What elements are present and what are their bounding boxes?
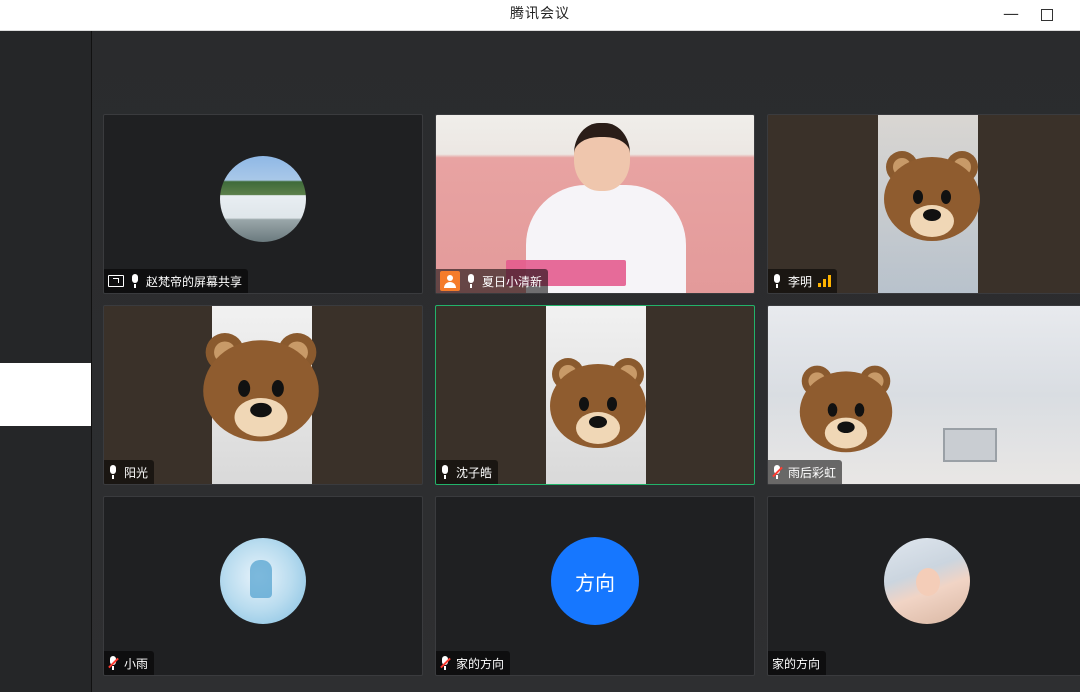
mic-muted-icon <box>440 656 451 670</box>
baby-face-icon <box>916 568 940 596</box>
participant-name: 阳光 <box>124 465 149 480</box>
mic-icon <box>466 274 476 288</box>
waterfall-avatar <box>220 156 306 242</box>
minimize-button[interactable]: — <box>1000 4 1022 26</box>
mic-icon <box>108 465 118 479</box>
title-bar: 腾讯会议 — <box>0 0 1080 31</box>
participant-namebar: 夏日小清新 <box>436 269 549 293</box>
participant-tile-screen-share[interactable]: 赵梵帝的屏幕共享 <box>103 114 423 294</box>
participant-name: 沈子皓 <box>456 465 493 480</box>
participant-namebar: 家的方向 <box>768 651 827 675</box>
mic-icon <box>772 274 782 288</box>
deer-icon <box>250 560 272 598</box>
participant-namebar: 沈子皓 <box>436 460 499 484</box>
mic-muted-icon <box>772 465 783 479</box>
participant-tile-video[interactable]: 夏日小清新 <box>435 114 755 294</box>
participant-namebar: 阳光 <box>104 460 155 484</box>
participant-namebar: 小雨 <box>104 651 155 675</box>
participant-tile-video[interactable]: 李明 <box>767 114 1080 294</box>
participant-namebar: 家的方向 <box>436 651 511 675</box>
screen-share-icon <box>108 275 124 287</box>
participant-name: 小雨 <box>124 656 149 671</box>
signal-icon <box>818 275 832 287</box>
participant-name: 夏日小清新 <box>482 274 543 289</box>
participant-tile-video[interactable]: 雨后彩虹 <box>767 305 1080 485</box>
mic-muted-icon <box>108 656 119 670</box>
participant-name: 家的方向 <box>456 656 505 671</box>
bear-animoji-icon <box>794 358 898 458</box>
maximize-button[interactable] <box>1036 4 1058 26</box>
participant-tile-avatar[interactable]: 小雨 <box>103 496 423 676</box>
participant-tile-avatar[interactable]: 方向 家的方向 <box>435 496 755 676</box>
participant-name: 赵梵帝的屏幕共享 <box>146 274 243 289</box>
participant-namebar: 赵梵帝的屏幕共享 <box>104 269 249 293</box>
participant-name: 雨后彩虹 <box>788 465 837 480</box>
window-title: 腾讯会议 <box>510 6 570 22</box>
mic-icon <box>440 465 450 479</box>
maximize-icon <box>1041 9 1053 21</box>
participant-name: 家的方向 <box>772 656 821 671</box>
bear-animoji-icon <box>544 350 652 454</box>
baby-avatar <box>884 538 970 624</box>
bear-animoji-icon <box>196 324 326 448</box>
side-panel-highlight <box>0 363 91 426</box>
text-avatar: 方向 <box>551 537 639 625</box>
deer-avatar <box>220 538 306 624</box>
bear-animoji-icon <box>878 145 986 245</box>
video-person-head <box>574 123 630 191</box>
participant-name: 李明 <box>788 274 813 289</box>
ceiling-vent <box>943 428 997 462</box>
participant-namebar: 雨后彩虹 <box>768 460 843 484</box>
participant-tile-video[interactable]: 阳光 <box>103 305 423 485</box>
participant-tile-active-speaker[interactable]: 沈子皓 <box>435 305 755 485</box>
left-side-panel <box>0 31 92 692</box>
participant-tile-avatar[interactable]: 家的方向 <box>767 496 1080 676</box>
participant-video <box>436 115 754 293</box>
mic-icon <box>130 274 140 288</box>
participant-namebar: 李明 <box>768 269 838 293</box>
host-icon <box>440 271 460 291</box>
